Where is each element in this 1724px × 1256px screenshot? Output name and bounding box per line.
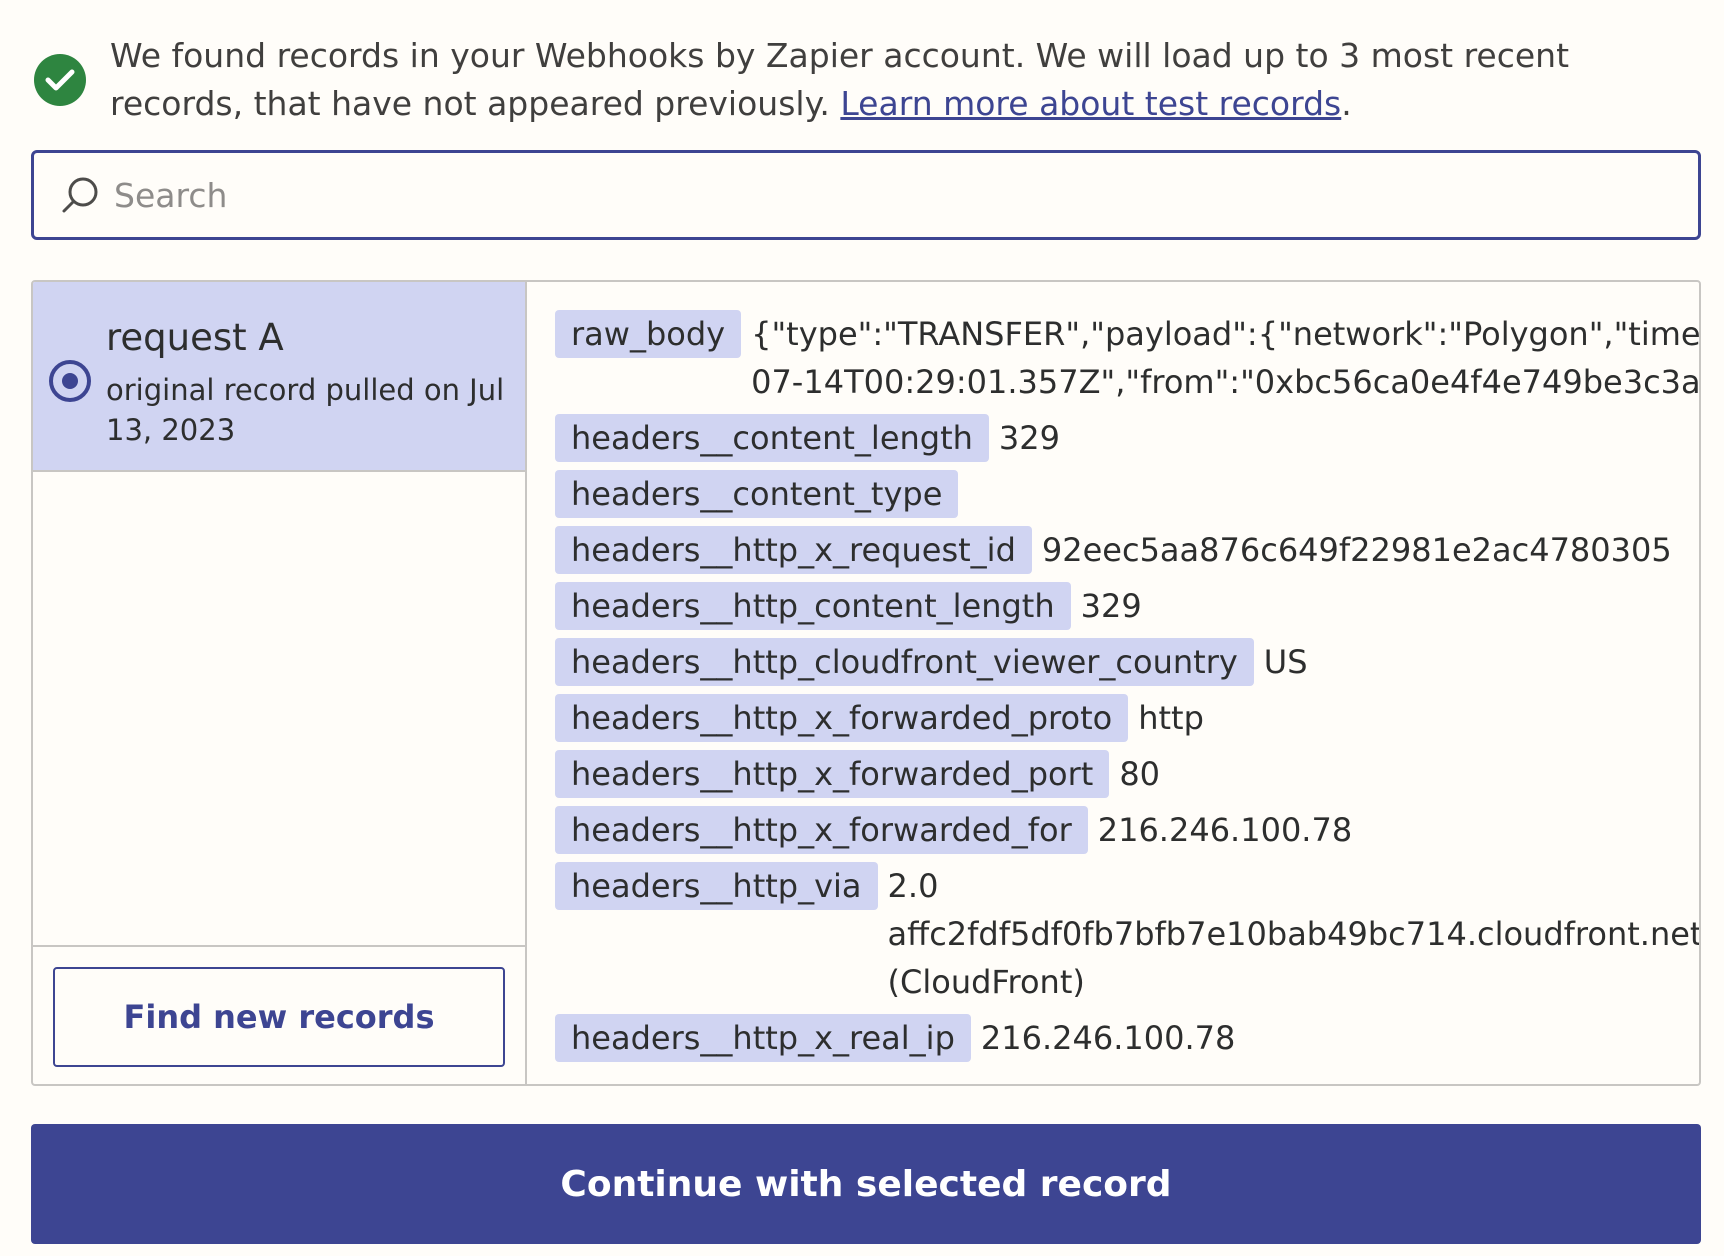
field-key[interactable]: headers__http_x_forwarded_for bbox=[555, 806, 1088, 854]
field-row: headers__content_length 329 bbox=[555, 414, 1699, 462]
search-input[interactable] bbox=[114, 175, 1614, 215]
field-value: 329 bbox=[998, 419, 1060, 457]
success-notice: We found records in your Webhooks by Zap… bbox=[34, 32, 1694, 128]
field-value: 92eec5aa876c649f22981e2ac4780305 bbox=[1041, 531, 1672, 569]
field-key[interactable]: headers__http_x_request_id bbox=[555, 526, 1032, 574]
field-key[interactable]: headers__http_x_forwarded_port bbox=[555, 750, 1110, 798]
record-fields[interactable]: raw_body {"type":"TRANSFER","payload":{"n… bbox=[527, 282, 1699, 1084]
field-key[interactable]: headers__http_x_real_ip bbox=[555, 1014, 971, 1062]
field-key[interactable]: headers__http_via bbox=[555, 862, 878, 910]
search-box[interactable] bbox=[31, 150, 1701, 240]
check-circle-icon bbox=[34, 54, 86, 106]
record-list: request A original record pulled on Jul … bbox=[33, 282, 527, 1084]
learn-more-link[interactable]: Learn more about test records bbox=[840, 84, 1341, 123]
field-key[interactable]: headers__http_content_length bbox=[555, 582, 1071, 630]
record-item-selected[interactable]: request A original record pulled on Jul … bbox=[33, 282, 525, 472]
field-row: headers__http_x_forwarded_for 216.246.100… bbox=[555, 806, 1699, 854]
field-key[interactable]: headers__http_cloudfront_viewer_country bbox=[555, 638, 1254, 686]
field-key[interactable]: headers__content_length bbox=[555, 414, 989, 462]
search-icon bbox=[56, 171, 104, 219]
field-row: headers__http_cloudfront_viewer_country U… bbox=[555, 638, 1699, 686]
field-value: {"type":"TRANSFER","payload":{"network":… bbox=[751, 315, 1699, 401]
radio-selected-icon[interactable] bbox=[49, 360, 91, 402]
record-title: request A bbox=[106, 316, 284, 359]
field-row: headers__http_x_forwarded_port 80 bbox=[555, 750, 1699, 798]
record-list-footer: Find new records bbox=[33, 945, 525, 1084]
field-value: 216.246.100.78 bbox=[980, 1019, 1236, 1057]
field-value: http bbox=[1138, 699, 1204, 737]
field-key[interactable]: raw_body bbox=[555, 310, 742, 358]
field-row: headers__http_x_request_id 92eec5aa876c64… bbox=[555, 526, 1699, 574]
field-key[interactable]: headers__http_x_forwarded_proto bbox=[555, 694, 1129, 742]
field-value: 216.246.100.78 bbox=[1097, 811, 1353, 849]
continue-button[interactable]: Continue with selected record bbox=[31, 1124, 1701, 1244]
notice-trailing: . bbox=[1341, 84, 1352, 123]
find-new-records-button[interactable]: Find new records bbox=[53, 967, 505, 1067]
field-row: headers__http_content_length 329 bbox=[555, 582, 1699, 630]
field-row: raw_body {"type":"TRANSFER","payload":{"n… bbox=[555, 310, 1699, 406]
field-key[interactable]: headers__content_type bbox=[555, 470, 959, 518]
record-subtitle: original record pulled on Jul 13, 2023 bbox=[106, 373, 505, 447]
field-value: 329 bbox=[1080, 587, 1142, 625]
field-row: headers__content_type bbox=[555, 470, 1699, 518]
field-value: 2.0 affc2fdf5df0fb7bfb7e10bab49bc714.clo… bbox=[887, 867, 1699, 1001]
field-row: headers__http_x_forwarded_proto http bbox=[555, 694, 1699, 742]
field-row: headers__http_x_real_ip 216.246.100.78 bbox=[555, 1014, 1699, 1062]
field-row: headers__http_via 2.0 affc2fdf5df0fb7bfb7… bbox=[555, 862, 1699, 1006]
records-panel: request A original record pulled on Jul … bbox=[31, 280, 1701, 1086]
notice-text: We found records in your Webhooks by Zap… bbox=[110, 32, 1694, 128]
field-value: 80 bbox=[1119, 755, 1161, 793]
field-value: US bbox=[1263, 643, 1308, 681]
